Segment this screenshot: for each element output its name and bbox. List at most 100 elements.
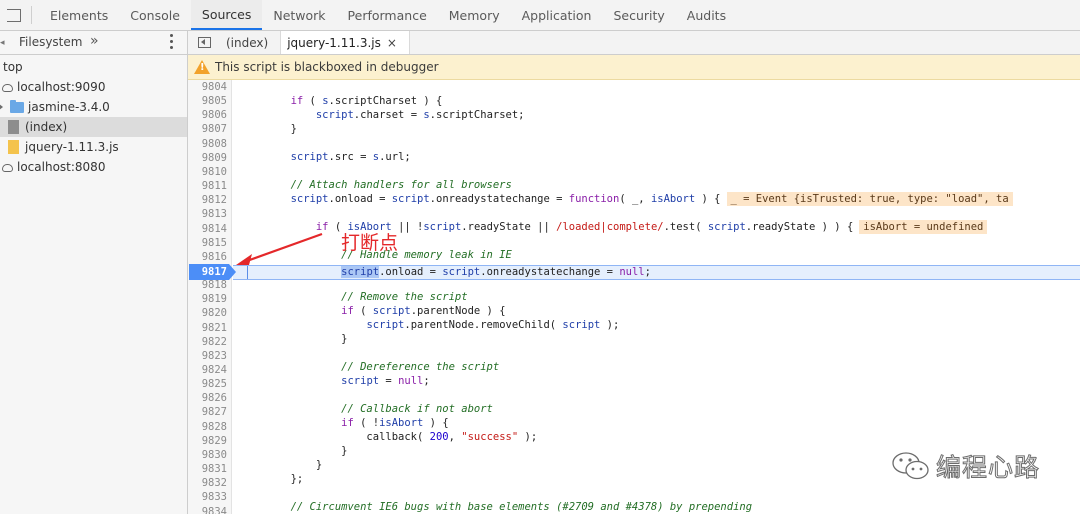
watermark: 编程心路 bbox=[890, 448, 1040, 484]
code-line: // Attach handlers for all browsers bbox=[240, 179, 512, 191]
editor-tab-bar: (index) jquery-1.11.3.js × bbox=[188, 31, 1080, 55]
warning-text: This script is blackboxed in debugger bbox=[215, 60, 439, 74]
line-number[interactable]: 9804 bbox=[188, 80, 230, 94]
code-line: } bbox=[240, 333, 348, 345]
code-line: // Circumvent IE6 bugs with base element… bbox=[240, 501, 753, 513]
code-line: script.parentNode.removeChild( script ); bbox=[366, 319, 620, 331]
line-number[interactable]: 9806 bbox=[188, 108, 230, 122]
file-tab-jquery[interactable]: jquery-1.11.3.js × bbox=[280, 31, 410, 54]
tree-item-localhost-9090[interactable]: localhost:9090 bbox=[0, 77, 187, 97]
line-number[interactable]: 9824 bbox=[188, 363, 230, 377]
annotation-arrow bbox=[236, 232, 323, 265]
code-line: } bbox=[240, 445, 348, 457]
line-number[interactable]: 9814 bbox=[188, 222, 230, 236]
code-line: // Dereference the script bbox=[240, 361, 500, 373]
tab-elements[interactable]: Elements bbox=[39, 0, 119, 30]
navigator-tabs: ◂ Filesystem » bbox=[0, 31, 187, 55]
tree-item-jasmine[interactable]: jasmine-3.4.0 bbox=[0, 97, 187, 117]
line-number[interactable]: 9808 bbox=[188, 137, 230, 151]
line-number[interactable]: 9830 bbox=[188, 448, 230, 462]
file-tab-label: (index) bbox=[226, 35, 269, 50]
navigator-menu-icon[interactable] bbox=[168, 34, 174, 49]
tree-item-index[interactable]: (index) bbox=[0, 117, 187, 137]
sidebar-toggle-icon bbox=[197, 37, 211, 48]
file-tab-index[interactable]: (index) bbox=[220, 31, 280, 54]
line-number[interactable]: 9807 bbox=[188, 122, 230, 136]
expand-arrow-icon[interactable] bbox=[0, 103, 3, 111]
tab-performance[interactable]: Performance bbox=[337, 0, 438, 30]
tree-item-label: localhost:9090 bbox=[17, 80, 106, 94]
line-number[interactable]: 9811 bbox=[188, 179, 230, 193]
code-line: script.onload = script.onreadystatechang… bbox=[240, 192, 1013, 206]
inline-variable-value: _ = Event {isTrusted: true, type: "load"… bbox=[726, 192, 1013, 206]
code-line: if ( s.scriptCharset ) { bbox=[240, 95, 443, 107]
folder-icon bbox=[10, 99, 24, 113]
js-file-icon bbox=[8, 140, 19, 154]
cloud-icon bbox=[2, 164, 13, 172]
file-navigator: ◂ Filesystem » top localhost:9090 jasmin… bbox=[0, 31, 188, 514]
line-number[interactable]: 9821 bbox=[188, 321, 230, 335]
inline-variable-value: isAbort = undefined bbox=[859, 220, 988, 234]
breakpoint-marker[interactable]: 9817 bbox=[189, 264, 236, 280]
line-number[interactable]: 9826 bbox=[188, 391, 230, 405]
line-number[interactable]: 9809 bbox=[188, 151, 230, 165]
tree-item-label: jquery-1.11.3.js bbox=[25, 140, 119, 154]
toggle-navigator-button[interactable] bbox=[188, 31, 220, 54]
line-number[interactable]: 9812 bbox=[188, 193, 230, 207]
line-number[interactable]: 9819 bbox=[188, 292, 230, 306]
line-number[interactable]: 9832 bbox=[188, 476, 230, 490]
line-number[interactable]: 9815 bbox=[188, 236, 230, 250]
blackbox-warning-bar: This script is blackboxed in debugger bbox=[188, 55, 1080, 80]
line-number[interactable]: 9833 bbox=[188, 490, 230, 504]
tree-item-label: top bbox=[3, 60, 23, 74]
inspect-icon bbox=[7, 8, 21, 22]
tab-security[interactable]: Security bbox=[602, 0, 675, 30]
tab-console[interactable]: Console bbox=[119, 0, 191, 30]
tree-item-top[interactable]: top bbox=[0, 57, 187, 77]
tree-item-localhost-8080[interactable]: localhost:8080 bbox=[0, 157, 187, 177]
tab-sources[interactable]: Sources bbox=[190, 0, 263, 30]
line-number[interactable]: 9834 bbox=[188, 505, 230, 514]
line-number[interactable]: 9829 bbox=[188, 434, 230, 448]
line-number[interactable]: 9828 bbox=[188, 420, 230, 434]
breakpoint-line-number: 9817 bbox=[201, 266, 227, 278]
watermark-text: 编程心路 bbox=[935, 453, 1041, 483]
tab-network[interactable]: Network bbox=[262, 0, 336, 30]
line-number[interactable]: 9822 bbox=[188, 335, 230, 349]
code-line: // Remove the script bbox=[240, 291, 468, 303]
code-line: script.charset = s.scriptCharset; bbox=[315, 109, 525, 121]
line-number[interactable]: 9810 bbox=[188, 165, 230, 179]
tree-item-label: jasmine-3.4.0 bbox=[28, 100, 110, 114]
line-number[interactable]: 9813 bbox=[188, 207, 230, 221]
code-line: } bbox=[240, 123, 297, 135]
wechat-logo-icon bbox=[892, 452, 929, 480]
devtools-tab-bar: Elements Console Sources Network Perform… bbox=[0, 0, 1080, 31]
line-number[interactable]: 9805 bbox=[188, 94, 230, 108]
tab-memory[interactable]: Memory bbox=[438, 0, 511, 30]
more-tabs-button[interactable]: » bbox=[90, 33, 99, 49]
line-number[interactable]: 9818 bbox=[188, 278, 230, 292]
tab-divider bbox=[31, 6, 32, 24]
line-number[interactable]: 9825 bbox=[188, 377, 230, 391]
line-number-gutter[interactable]: 9804 9805 9806 9807 9808 9809 9810 9811 9812 9813… bbox=[188, 80, 232, 514]
code-line: callback( 200, "success" ); bbox=[240, 431, 538, 443]
tab-audits[interactable]: Audits bbox=[676, 0, 737, 30]
annotation-label: 打断点 bbox=[341, 232, 399, 254]
line-number[interactable]: 9827 bbox=[188, 405, 230, 419]
close-tab-icon[interactable]: × bbox=[387, 36, 397, 50]
line-number[interactable]: 9820 bbox=[188, 306, 230, 320]
file-icon bbox=[8, 120, 19, 134]
line-number[interactable]: 9831 bbox=[188, 462, 230, 476]
inspect-element-button[interactable] bbox=[0, 0, 28, 30]
cloud-icon bbox=[2, 84, 13, 92]
file-tab-label: jquery-1.11.3.js bbox=[287, 35, 381, 50]
tree-item-label: (index) bbox=[25, 120, 68, 134]
navigator-edge-icon: ◂ bbox=[0, 38, 5, 48]
code-line: if ( !isAbort ) { bbox=[240, 417, 449, 429]
code-line: script = null; bbox=[341, 375, 430, 387]
line-number[interactable]: 9823 bbox=[188, 349, 230, 363]
tab-application[interactable]: Application bbox=[511, 0, 603, 30]
tree-item-jquery[interactable]: jquery-1.11.3.js bbox=[0, 137, 187, 157]
line-number[interactable]: 9816 bbox=[188, 250, 230, 264]
tab-filesystem[interactable]: Filesystem bbox=[19, 35, 82, 49]
